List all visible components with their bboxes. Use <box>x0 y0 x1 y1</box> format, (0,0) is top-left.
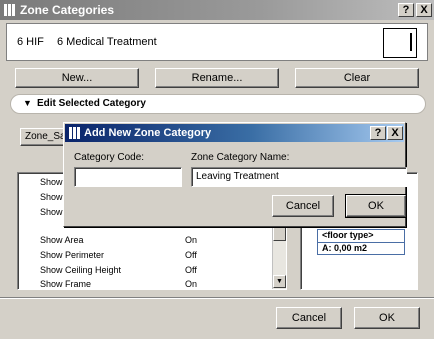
selected-category-display[interactable]: 6 HIF 6 Medical Treatment <box>6 23 428 61</box>
edit-section-label: Edit Selected Category <box>37 98 146 109</box>
name-label: Zone Category Name: <box>191 152 290 163</box>
app-icon <box>69 127 80 139</box>
category-code: 6 HIF <box>17 36 44 48</box>
dialog-titlebar: Add New Zone Category ? X <box>65 124 404 142</box>
add-category-dialog[interactable]: Add New Zone Category ? X Category Code:… <box>63 122 407 227</box>
dialog-close-button[interactable]: X <box>387 126 403 140</box>
new-button[interactable]: New... <box>15 68 139 88</box>
code-label: Category Code: <box>74 152 145 163</box>
close-button[interactable]: X <box>416 3 432 17</box>
floor-type-label: <floor type> <box>322 230 374 240</box>
ok-button[interactable]: OK <box>354 307 420 329</box>
dialog-help-button[interactable]: ? <box>370 126 386 140</box>
cancel-button[interactable]: Cancel <box>276 307 342 329</box>
rename-button[interactable]: Rename... <box>155 68 279 88</box>
app-icon <box>4 4 15 16</box>
dialog-title: Add New Zone Category <box>84 127 212 139</box>
category-name: 6 Medical Treatment <box>57 36 157 48</box>
category-name-input[interactable]: Leaving Treatment <box>191 167 407 187</box>
triangle-down-icon: ▼ <box>23 98 32 108</box>
dialog-ok-button[interactable]: OK <box>345 194 407 218</box>
area-label: A: 0,00 m2 <box>322 243 368 253</box>
window-title: Zone Categories <box>20 3 115 17</box>
category-code-input[interactable] <box>74 167 182 187</box>
dialog-cancel-button[interactable]: Cancel <box>272 195 334 217</box>
zone-stamp: <floor type> A: 0,00 m2 <box>317 229 405 255</box>
window-titlebar: Zone Categories ? X <box>0 0 434 20</box>
clear-button[interactable]: Clear <box>295 68 419 88</box>
edit-category-toggle[interactable]: ▼ Edit Selected Category <box>10 94 426 114</box>
category-color-swatch[interactable] <box>383 28 417 58</box>
scroll-down-icon[interactable]: ▼ <box>273 275 286 288</box>
help-button[interactable]: ? <box>398 3 414 17</box>
